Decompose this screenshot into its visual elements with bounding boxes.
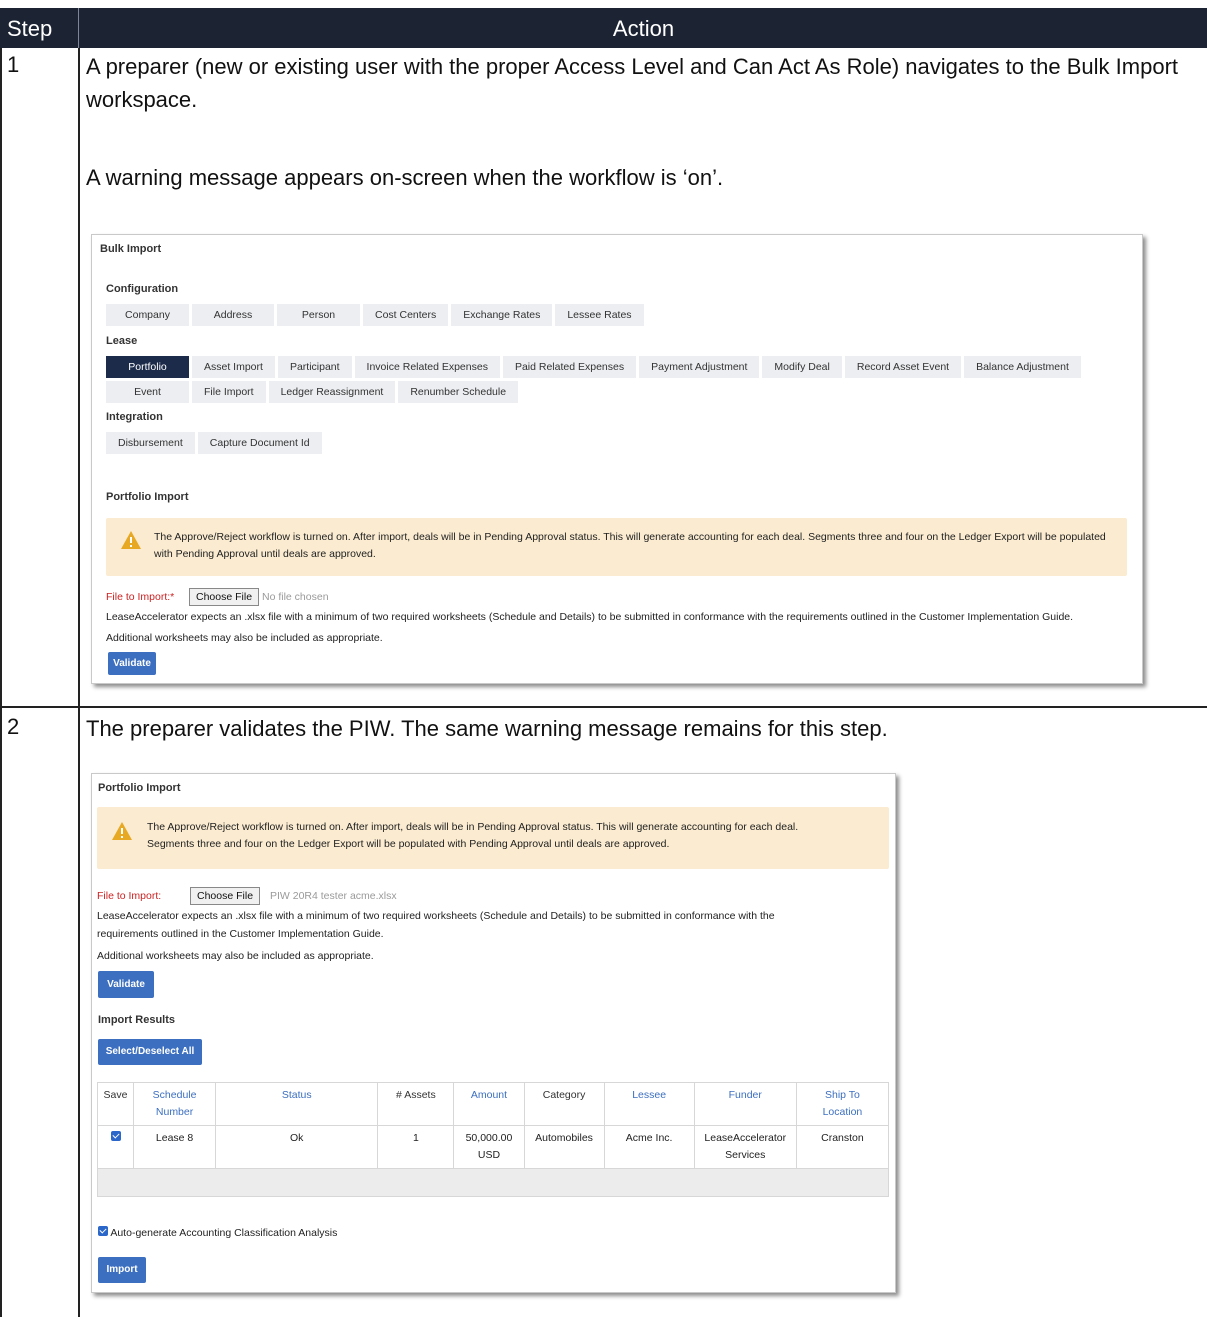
tab-file-import[interactable]: File Import <box>192 381 266 403</box>
tab-lessee-rates[interactable]: Lessee Rates <box>555 304 644 326</box>
auto-generate-checkbox[interactable] <box>98 1226 108 1236</box>
file-label: File to Import: <box>97 890 162 902</box>
header-step: Step <box>7 16 53 41</box>
tab-record-asset-event[interactable]: Record Asset Event <box>844 356 962 378</box>
file-description-extra: Additional worksheets may also be includ… <box>97 950 374 962</box>
configuration-buttons: Company Address Person Cost Centers Exch… <box>106 304 644 326</box>
tab-modify-deal[interactable]: Modify Deal <box>762 356 842 378</box>
header-action: Action <box>612 16 675 41</box>
tab-ledger-reassignment[interactable]: Ledger Reassignment <box>268 381 396 403</box>
select-deselect-all-button[interactable]: Select/Deselect All <box>98 1039 202 1065</box>
col-status[interactable]: Status <box>215 1082 379 1126</box>
col-category: Category <box>523 1082 605 1126</box>
cell-funder: LeaseAccelerator Services <box>693 1125 797 1169</box>
no-file-text: No file chosen <box>262 591 329 603</box>
tab-renumber-schedule[interactable]: Renumber Schedule <box>398 381 519 403</box>
auto-generate-label: Auto-generate Accounting Classification … <box>110 1227 338 1239</box>
file-description: LeaseAccelerator expects an .xlsx file w… <box>97 910 775 922</box>
file-label: File to Import:* <box>106 591 175 603</box>
page-title: Bulk Import <box>100 243 162 255</box>
import-results-table: Save Schedule Number Status # Assets Amou… <box>96 1082 890 1197</box>
cell-lessee: Acme Inc. <box>603 1125 695 1169</box>
table-header: Step Action <box>0 8 1207 48</box>
col-save: Save <box>96 1082 135 1126</box>
file-description-extra: Additional worksheets may also be includ… <box>106 632 383 644</box>
cell-category: Automobiles <box>523 1125 605 1169</box>
step-number: 2 <box>7 714 20 739</box>
cell-amount: 50,000.00 USD <box>453 1125 525 1169</box>
step2-text: The preparer validates the PIW. The same… <box>86 716 888 741</box>
warning-icon <box>112 822 132 840</box>
step1-text: A preparer (new or existing user with th… <box>86 54 1179 112</box>
tab-exchange-rates[interactable]: Exchange Rates <box>451 304 553 326</box>
file-description: LeaseAccelerator expects an .xlsx file w… <box>106 611 1074 623</box>
page-title: Portfolio Import <box>98 782 181 794</box>
step1-note: A warning message appears on-screen when… <box>86 165 724 190</box>
cell-assets: 1 <box>377 1125 455 1169</box>
table-row: Lease 8 Ok 1 50,000.00 USD Automobiles Ac… <box>96 1125 890 1169</box>
import-button[interactable]: Import <box>98 1257 146 1283</box>
step-number: 1 <box>7 52 20 77</box>
section-lease: Lease <box>106 335 138 347</box>
choose-file-button[interactable]: Choose File <box>190 887 261 905</box>
tab-cost-centers[interactable]: Cost Centers <box>363 304 449 326</box>
save-checkbox[interactable] <box>110 1131 121 1141</box>
cell-schedule: Lease 8 <box>133 1125 217 1169</box>
col-funder[interactable]: Funder <box>693 1082 797 1126</box>
file-name: PIW 20R4 tester acme.xlsx <box>270 890 397 902</box>
tab-portfolio[interactable]: Portfolio <box>106 356 189 378</box>
integration-buttons: Disbursement Capture Document Id <box>106 432 322 454</box>
choose-file-button[interactable]: Choose File <box>189 588 260 606</box>
validate-button[interactable]: Validate <box>98 971 154 998</box>
lease-buttons-row2: Event File Import Ledger Reassignment Re… <box>106 381 519 403</box>
tab-invoice-related-expenses[interactable]: Invoice Related Expenses <box>354 356 500 378</box>
lease-buttons-row1: Portfolio Asset Import Participant Invoi… <box>106 356 1081 378</box>
tab-company[interactable]: Company <box>106 304 189 326</box>
tab-event[interactable]: Event <box>106 381 189 403</box>
table-header-row: Save Schedule Number Status # Assets Amou… <box>96 1082 890 1126</box>
tab-person[interactable]: Person <box>277 304 360 326</box>
warning-text: The Approve/Reject workflow is turned on… <box>147 821 799 850</box>
warning-icon <box>121 531 141 549</box>
save-checkbox-cell[interactable] <box>96 1125 135 1169</box>
col-ship-to-location[interactable]: Ship To Location <box>795 1082 890 1126</box>
cell-status: Ok <box>215 1125 379 1169</box>
col-schedule-number[interactable]: Schedule Number <box>133 1082 217 1126</box>
validate-button[interactable]: Validate <box>108 652 156 675</box>
tab-paid-related-expenses[interactable]: Paid Related Expenses <box>502 356 637 378</box>
col-assets: # Assets <box>377 1082 455 1126</box>
tab-capture-document-id[interactable]: Capture Document Id <box>197 432 322 454</box>
auto-generate-option[interactable]: Auto-generate Accounting Classification … <box>98 1226 337 1239</box>
col-lessee[interactable]: Lessee <box>603 1082 695 1126</box>
tab-asset-import[interactable]: Asset Import <box>192 356 275 378</box>
table-footer-row <box>97 1168 889 1197</box>
bulk-import-screenshot: Bulk Import Configuration Company Addres… <box>91 234 1143 684</box>
section-portfolio-import: Portfolio Import <box>106 491 189 503</box>
cell-ship-to: Cranston <box>795 1125 890 1169</box>
section-integration: Integration <box>106 411 163 423</box>
tab-disbursement[interactable]: Disbursement <box>106 432 195 454</box>
section-import-results: Import Results <box>98 1014 176 1026</box>
warning-banner: The Approve/Reject workflow is turned on… <box>97 807 889 869</box>
procedure-table: Step Action 1 A preparer (new or existin… <box>0 0 1207 1317</box>
tab-address[interactable]: Address <box>192 304 274 326</box>
warning-banner: The Approve/Reject workflow is turned on… <box>106 518 1127 576</box>
warning-text: The Approve/Reject workflow is turned on… <box>154 531 1106 560</box>
file-description-cont: requirements outlined in the Customer Im… <box>97 928 384 940</box>
tab-payment-adjustment[interactable]: Payment Adjustment <box>639 356 760 378</box>
portfolio-import-screenshot: Portfolio Import The Approve/Reject work… <box>91 773 896 1293</box>
tab-balance-adjustment[interactable]: Balance Adjustment <box>964 356 1081 378</box>
col-amount[interactable]: Amount <box>453 1082 525 1126</box>
section-configuration: Configuration <box>106 283 179 295</box>
tab-participant[interactable]: Participant <box>277 356 352 378</box>
